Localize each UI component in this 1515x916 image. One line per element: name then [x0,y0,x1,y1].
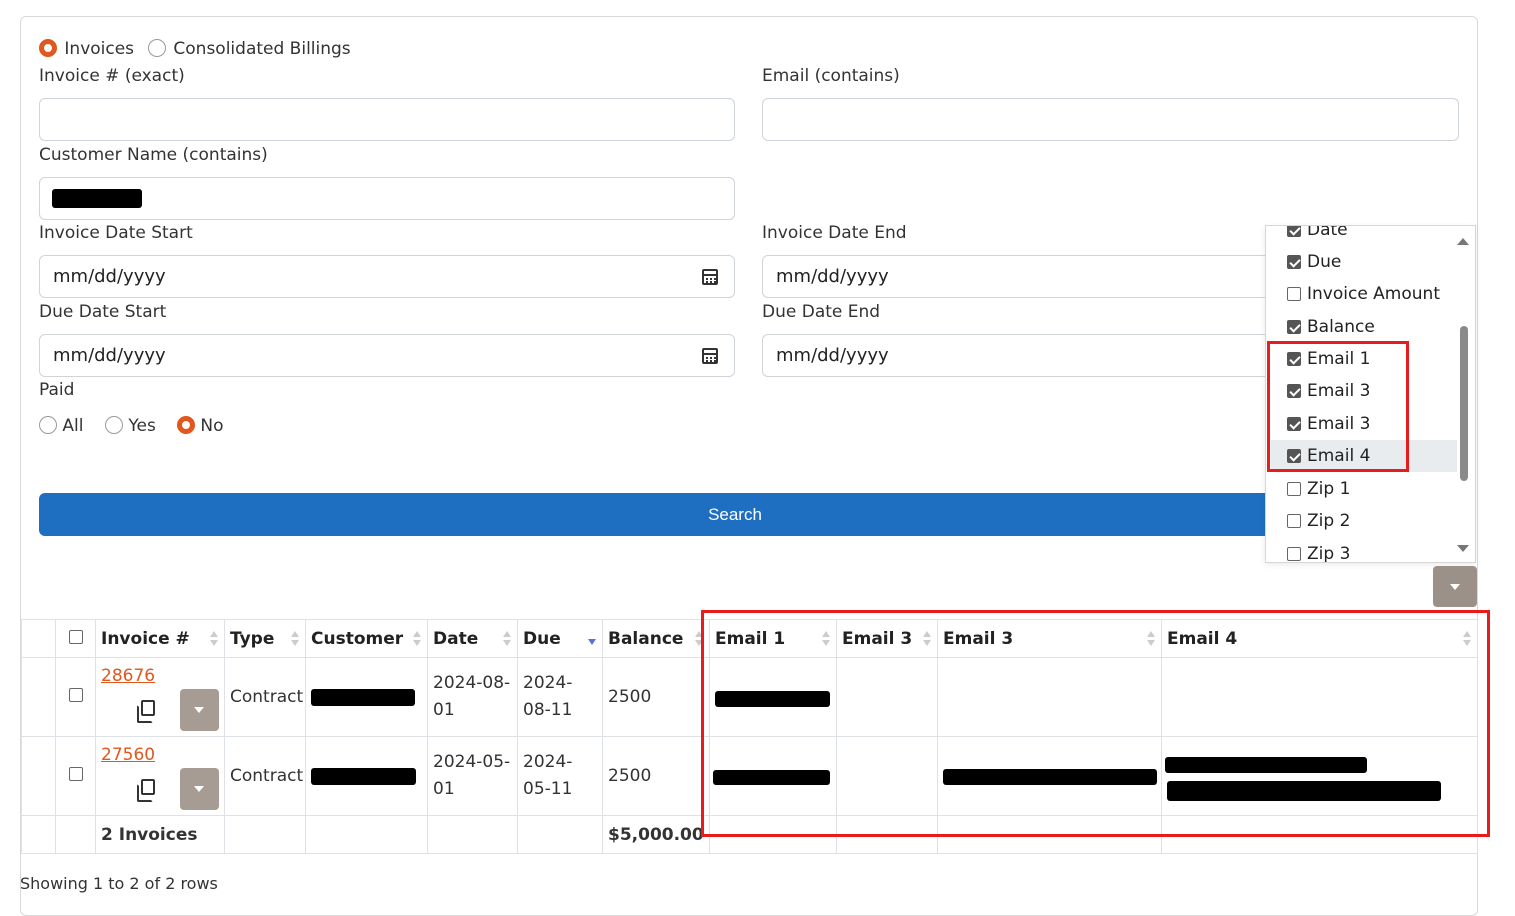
invoice-number-input[interactable] [39,98,735,141]
sort-icon [210,631,218,647]
consolidated-radio-label: Consolidated Billings [173,39,351,59]
invoice-count: 2 Invoices [95,815,225,854]
header-balance[interactable]: Balance [602,619,710,658]
invoices-radio-label: Invoices [64,39,135,59]
due-cell: 2024-05-11 [517,736,603,816]
due-date-start-input[interactable]: mm/dd/yyyy [39,334,735,377]
invoice-number-label: Invoice # (exact) [39,66,185,86]
scroll-up-arrow-icon[interactable] [1457,238,1469,245]
balance-total: $5,000.00 [602,815,710,854]
row-checkbox[interactable] [68,767,83,781]
invoice-cell: 27560 [95,736,225,816]
mode-consolidated[interactable]: Consolidated Billings [148,39,351,59]
due-date-end-label: Due Date End [762,302,881,322]
pagination-status: Showing 1 to 2 of 2 rows [20,874,218,893]
column-checkbox[interactable] [1287,320,1301,334]
sort-icon [291,631,299,647]
header-type[interactable]: Type [224,619,306,658]
type-cell: Contract [224,736,306,816]
columns-toggle-button[interactable] [1433,566,1477,607]
invoices-radio[interactable] [39,39,57,57]
due-date-start-label: Due Date Start [39,302,167,322]
sort-desc-icon [588,631,596,647]
paid-no-radio[interactable] [177,416,195,434]
invoice-link[interactable]: 28676 [101,666,155,686]
paid-yes-option[interactable]: Yes [105,416,156,436]
column-checkbox[interactable] [1287,514,1301,528]
scroll-down-arrow-icon[interactable] [1457,545,1469,552]
scrollbar-thumb[interactable] [1460,326,1468,481]
sort-icon [503,631,511,647]
chevron-down-icon [194,786,204,792]
email-label: Email (contains) [762,66,900,86]
sort-icon [413,631,421,647]
paid-all-label: All [62,416,84,436]
header-due[interactable]: Due [517,619,603,658]
highlight-box-columns [701,610,1490,837]
column-checkbox[interactable] [1287,255,1301,269]
customer-name-input[interactable] [39,177,735,220]
customer-cell [305,736,428,816]
calendar-icon[interactable] [702,269,718,285]
invoice-date-start-input[interactable]: mm/dd/yyyy [39,255,735,298]
due-date-end-placeholder: mm/dd/yyyy [776,345,889,366]
calendar-icon[interactable] [702,348,718,364]
row-actions-button[interactable] [180,689,219,731]
due-date-start-placeholder: mm/dd/yyyy [53,345,166,366]
column-option-date[interactable]: Date [1271,226,1457,246]
highlight-box-menu [1267,341,1409,472]
row-actions-button[interactable] [180,768,219,810]
column-checkbox[interactable] [1287,547,1301,561]
customer-name-label: Customer Name (contains) [39,145,268,165]
column-option-zip-3[interactable]: Zip 3 [1271,538,1457,562]
header-date[interactable]: Date [427,619,518,658]
header-select-all[interactable] [55,619,96,658]
column-option-due[interactable]: Due [1271,246,1457,278]
redacted-customer [311,689,415,706]
balance-cell: 2500 [602,657,710,737]
invoice-link[interactable]: 27560 [101,745,155,765]
header-invoice[interactable]: Invoice # [95,619,225,658]
column-option-zip-2[interactable]: Zip 2 [1271,505,1457,537]
type-cell: Contract [224,657,306,737]
consolidated-radio[interactable] [148,39,166,57]
invoice-date-start-label: Invoice Date Start [39,223,193,243]
paid-no-option[interactable]: No [177,416,224,436]
invoice-date-start-placeholder: mm/dd/yyyy [53,266,166,287]
paid-yes-label: Yes [128,416,156,436]
paid-all-option[interactable]: All [39,416,83,436]
redacted-customer [311,768,416,785]
date-cell: 2024-08-01 [427,657,518,737]
paid-all-radio[interactable] [39,416,57,434]
dropdown-scrollbar[interactable] [1457,226,1473,562]
due-cell: 2024-08-11 [517,657,603,737]
date-cell: 2024-05-01 [427,736,518,816]
chevron-down-icon [194,707,204,713]
invoice-date-end-placeholder: mm/dd/yyyy [776,266,889,287]
copy-icon[interactable] [137,779,155,802]
mode-invoices[interactable]: Invoices [39,39,134,59]
invoice-cell: 28676 [95,657,225,737]
row-checkbox[interactable] [68,688,83,702]
header-spacer [21,619,56,658]
redacted-customer-value [52,189,142,208]
column-checkbox[interactable] [1287,226,1301,237]
paid-label: Paid [39,380,75,400]
chevron-down-icon [1450,584,1460,590]
search-button[interactable]: Search [39,493,1431,536]
email-input[interactable] [762,98,1459,141]
invoice-date-end-label: Invoice Date End [762,223,907,243]
balance-cell: 2500 [602,736,710,816]
column-option-invoice-amount[interactable]: Invoice Amount [1271,278,1457,310]
paid-no-label: No [200,416,224,436]
column-option-zip-1[interactable]: Zip 1 [1271,473,1457,505]
column-checkbox[interactable] [1287,482,1301,496]
column-option-balance[interactable]: Balance [1271,311,1457,343]
header-customer[interactable]: Customer [305,619,428,658]
paid-yes-radio[interactable] [105,416,123,434]
customer-cell [305,657,428,737]
select-all-checkbox[interactable] [68,629,83,644]
column-checkbox[interactable] [1287,287,1301,301]
copy-icon[interactable] [137,700,155,723]
